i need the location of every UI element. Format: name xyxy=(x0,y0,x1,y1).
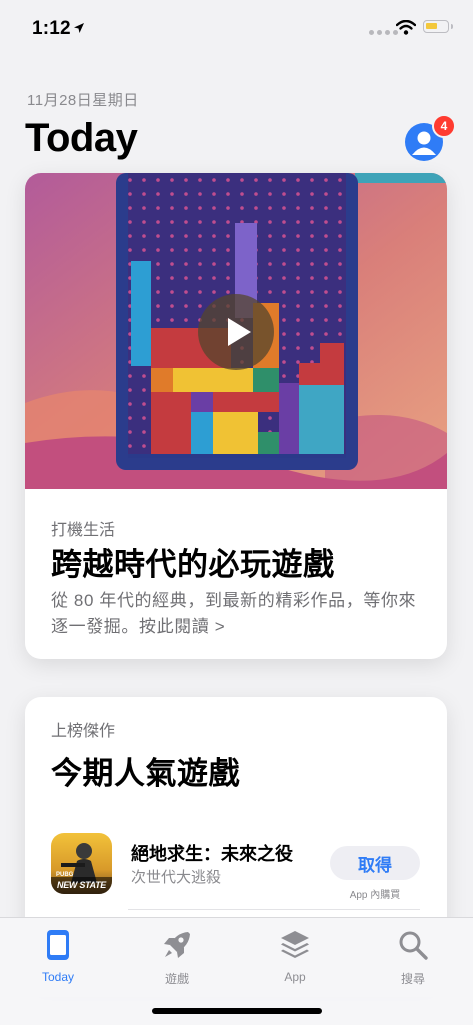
get-button[interactable]: 取得 xyxy=(330,846,420,880)
page-title: Today xyxy=(25,116,138,160)
home-indicator[interactable] xyxy=(152,1008,322,1014)
search-icon xyxy=(399,931,428,960)
in-app-purchase-label: App 內購買 xyxy=(349,890,401,901)
tab-label: 遊戲 xyxy=(164,972,189,986)
tab-games[interactable]: 遊戲 xyxy=(137,928,217,987)
story-headline: 跨越時代的必玩遊戲 xyxy=(51,547,335,582)
video-play-button[interactable] xyxy=(198,294,274,370)
featured-story-card[interactable]: 打機生活 跨越時代的必玩遊戲 從 80 年代的經典，到最新的精彩作品，等你來逐一… xyxy=(25,173,447,659)
tab-search[interactable]: 搜尋 xyxy=(373,928,453,987)
rocket-icon xyxy=(164,932,190,958)
app-subtitle: 次世代大逃殺 xyxy=(131,869,222,886)
location-arrow-icon xyxy=(74,23,84,33)
list-headline: 今期人氣遊戲 xyxy=(51,756,240,791)
tab-label: Today xyxy=(41,970,75,984)
story-description: 從 80 年代的經典，到最新的精彩作品，等你來逐一發掘。按此閱讀 > xyxy=(51,591,417,636)
list-eyebrow: 上榜傑作 xyxy=(51,723,116,740)
app-icon[interactable]: PUBG NEW STATE xyxy=(51,833,112,894)
notification-badge: 4 xyxy=(432,114,456,138)
wifi-icon xyxy=(396,20,416,35)
tab-label: App xyxy=(284,970,306,984)
status-bar: 1:12 xyxy=(0,0,473,56)
tab-today[interactable]: Today xyxy=(18,928,98,984)
tab-label: 搜尋 xyxy=(400,972,425,986)
app-name: 絕地求生：未來之役 xyxy=(131,844,293,864)
header-date: 11月28日星期日 xyxy=(27,92,139,109)
row-divider xyxy=(128,909,420,910)
stack-icon xyxy=(281,931,309,958)
play-icon xyxy=(228,318,251,346)
tab-apps[interactable]: App xyxy=(255,928,335,984)
app-icon-label: NEW STATE xyxy=(57,880,106,890)
status-time: 1:12 xyxy=(32,18,71,39)
today-icon xyxy=(47,930,69,960)
cellular-signal-icon xyxy=(369,30,398,35)
battery-icon xyxy=(423,20,453,33)
app-icon-label-small: PUBG xyxy=(56,872,74,878)
story-eyebrow: 打機生活 xyxy=(51,522,116,539)
